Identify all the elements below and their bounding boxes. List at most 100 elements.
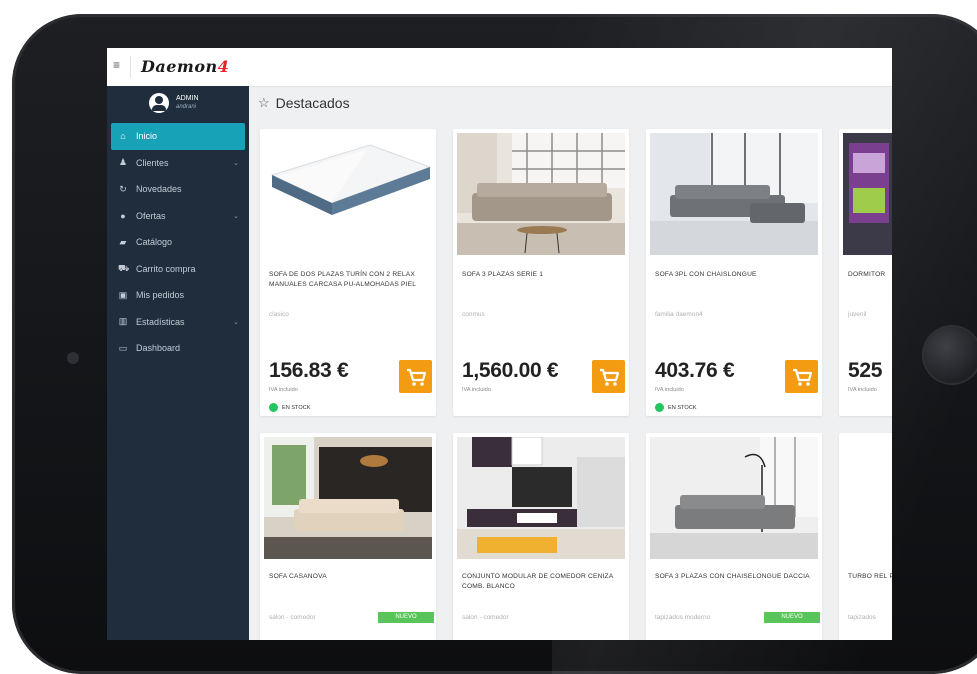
sidebar-item-label: Carrito compra — [136, 263, 196, 274]
product-title[interactable]: SOFA DE DOS PLAZAS TURÍN CON 2 RELAX MAN… — [269, 270, 434, 290]
new-badge: NUEVO — [764, 612, 820, 623]
chevron-down-icon: ⌄ — [233, 318, 239, 326]
product-category: tapizados moderno — [655, 614, 711, 621]
hamburger-menu-icon[interactable]: ≡ — [113, 59, 123, 71]
cart-icon — [793, 368, 813, 386]
sidebar-item-label: Catálogo — [136, 237, 173, 248]
brand-text: Daemon — [141, 57, 218, 76]
product-title[interactable]: TURBO REL PERLA (CON — [848, 572, 892, 582]
product-price: 403.76 € — [655, 359, 735, 382]
sidebar-menu: ⌂ Inicio ♟ Clientes ⌄ ↻ Novedades ● Ofer… — [111, 123, 245, 362]
product-title[interactable]: DORMITOR — [848, 270, 892, 280]
product-title[interactable]: CONJUNTO MODULAR DE COMEDOR CENIZA COMB.… — [462, 572, 627, 592]
product-iva-note: IVA incluido — [269, 387, 298, 393]
product-image[interactable] — [650, 437, 818, 559]
user-subtitle: andrani — [176, 104, 197, 110]
product-card[interactable]: SOFA CASANOVA salon - comedor NUEVO — [260, 433, 436, 640]
product-card[interactable]: TURBO REL PERLA (CON tapizados — [839, 433, 892, 640]
product-image[interactable] — [843, 133, 892, 255]
main-content: ☆ Destacados SOFA DE DOS PLAZAS TURÍN CO… — [249, 86, 892, 640]
tablet-home-button — [924, 327, 977, 383]
user-panel[interactable]: ADMIN andrani — [107, 86, 249, 122]
product-price: 1,560.00 € — [462, 359, 559, 382]
product-iva-note: IVA incluido — [462, 387, 491, 393]
top-bar: ≡ Daemon4 — [107, 48, 892, 87]
page-title-text: Destacados — [275, 95, 350, 111]
product-card[interactable]: SOFA 3PL CON CHAISLONGUE familia daemon4… — [646, 129, 822, 416]
product-image[interactable] — [650, 133, 818, 255]
chevron-down-icon: ⌄ — [233, 212, 239, 220]
product-category: salon - comedor — [462, 614, 509, 621]
sidebar-item-estadisticas[interactable]: ▥ Estadísticas ⌄ — [111, 309, 245, 336]
product-image[interactable] — [264, 133, 432, 255]
add-to-cart-button[interactable] — [592, 360, 625, 393]
product-title[interactable]: SOFA 3 PLAZAS SERIE 1 — [462, 270, 627, 280]
product-title[interactable]: SOFA 3 PLAZAS CON CHAISELONGUE DACCIA — [655, 572, 820, 582]
product-title[interactable]: SOFA CASANOVA — [269, 572, 434, 582]
sidebar-item-label: Estadísticas — [136, 316, 185, 327]
sidebar-item-inicio[interactable]: ⌂ Inicio — [111, 123, 245, 150]
product-category: clasico — [269, 311, 289, 318]
product-category: juvenil — [848, 311, 867, 318]
product-card[interactable]: SOFA 3 PLAZAS SERIE 1 conmus 1,560.00 € … — [453, 129, 629, 416]
briefcase-icon: ▣ — [118, 289, 128, 300]
stock-label: EN STOCK — [282, 404, 311, 411]
product-card[interactable]: SOFA DE DOS PLAZAS TURÍN CON 2 RELAX MAN… — [260, 129, 436, 416]
app-screen: ≡ Daemon4 ADMIN andrani ⌂ Inicio ♟ Clien… — [107, 48, 892, 640]
sidebar-item-pedidos[interactable]: ▣ Mis pedidos — [111, 282, 245, 309]
stock-label: EN STOCK — [668, 404, 697, 411]
sidebar-item-label: Dashboard — [136, 343, 181, 354]
new-badge: NUEVO — [378, 612, 434, 623]
bar-chart-icon: ▥ — [118, 316, 128, 327]
product-card[interactable]: DORMITOR juvenil 525 IVA incluido — [839, 129, 892, 416]
stock-dot-icon — [269, 403, 278, 412]
star-icon: ☆ — [258, 95, 270, 110]
product-category: familia daemon4 — [655, 311, 703, 318]
sidebar-item-label: Clientes — [136, 157, 169, 168]
cart-icon: ⛟ — [118, 262, 130, 273]
page-title: ☆ Destacados — [258, 95, 350, 111]
person-icon: ♟ — [118, 157, 128, 168]
product-category: salon - comedor — [269, 614, 316, 621]
brand-logo[interactable]: Daemon4 — [141, 57, 229, 76]
product-card[interactable]: SOFA 3 PLAZAS CON CHAISELONGUE DACCIA ta… — [646, 433, 822, 640]
product-price: 156.83 € — [269, 359, 349, 382]
product-iva-note: IVA incluido — [848, 387, 877, 393]
monitor-icon: ▭ — [118, 342, 128, 353]
stock-dot-icon — [655, 403, 664, 412]
brand-divider — [130, 56, 131, 78]
sidebar-item-dashboard[interactable]: ▭ Dashboard — [111, 335, 245, 362]
product-iva-note: IVA incluido — [655, 387, 684, 393]
sidebar: ADMIN andrani ⌂ Inicio ♟ Clientes ⌄ ↻ No… — [107, 86, 249, 640]
sidebar-item-clientes[interactable]: ♟ Clientes ⌄ — [111, 150, 245, 177]
user-name: ADMIN — [176, 95, 199, 102]
sidebar-item-novedades[interactable]: ↻ Novedades — [111, 176, 245, 203]
sidebar-item-carrito[interactable]: ⛟ Carrito compra — [111, 256, 245, 283]
catalog-icon: ▰ — [119, 236, 127, 247]
sidebar-item-ofertas[interactable]: ● Ofertas ⌄ — [111, 203, 245, 230]
sidebar-item-label: Mis pedidos — [136, 290, 185, 301]
tablet-camera — [67, 352, 79, 364]
product-category: tapizados — [848, 614, 876, 621]
add-to-cart-button[interactable] — [399, 360, 432, 393]
product-price: 525 — [848, 359, 883, 382]
product-title[interactable]: SOFA 3PL CON CHAISLONGUE — [655, 270, 820, 280]
stock-status: EN STOCK — [655, 403, 697, 412]
product-image[interactable] — [843, 437, 892, 559]
home-icon: ⌂ — [120, 131, 126, 142]
refresh-icon: ↻ — [119, 183, 127, 194]
sidebar-item-catalogo[interactable]: ▰ Catálogo — [111, 229, 245, 256]
sidebar-item-label: Ofertas — [136, 210, 166, 221]
user-avatar-icon — [149, 93, 169, 113]
cart-icon — [600, 368, 620, 386]
circle-icon: ● — [120, 210, 126, 221]
product-image[interactable] — [264, 437, 432, 559]
sidebar-item-label: Inicio — [136, 131, 158, 142]
product-category: conmus — [462, 311, 485, 318]
add-to-cart-button[interactable] — [785, 360, 818, 393]
cart-icon — [407, 368, 427, 386]
product-image[interactable] — [457, 133, 625, 255]
product-card[interactable]: CONJUNTO MODULAR DE COMEDOR CENIZA COMB.… — [453, 433, 629, 640]
stock-status: EN STOCK — [269, 403, 311, 412]
product-image[interactable] — [457, 437, 625, 559]
